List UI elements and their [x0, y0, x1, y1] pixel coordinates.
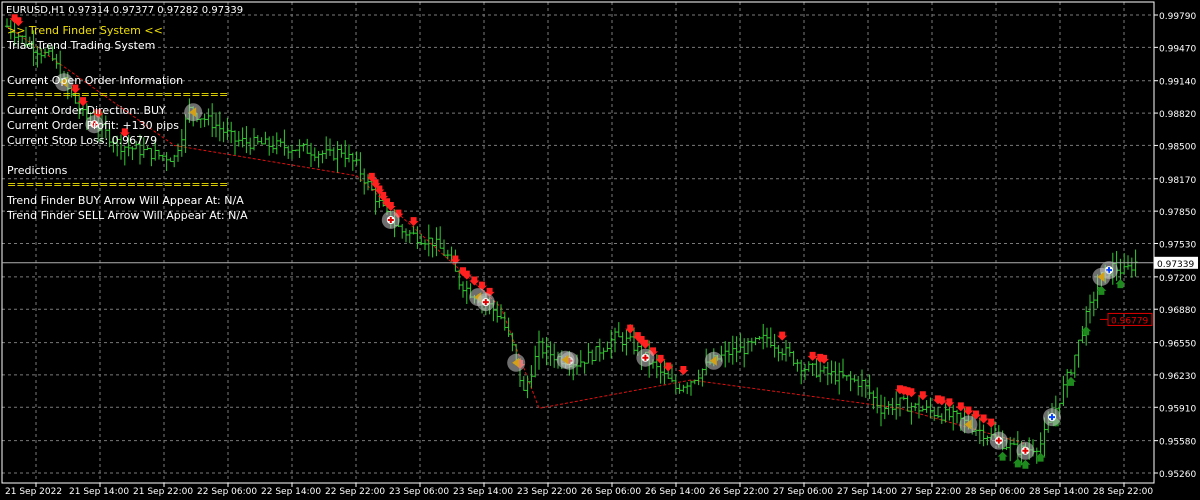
y-tick-label: 0.95580 [1159, 438, 1196, 448]
x-axis-ticks: 21 Sep 2022 21 Sep 14:00 21 Sep 22:00 22 Se… [5, 483, 1153, 497]
y-tick-label: 0.99140 [1159, 78, 1196, 88]
y-tick-label: 0.97530 [1159, 240, 1196, 250]
y-tick-label: 0.96230 [1159, 372, 1196, 382]
y-axis-ticks: 0.99790 0.99470 0.99140 0.98820 0.98500 0.981… [1154, 12, 1196, 480]
system-subtitle: Triad Trend Trading System [7, 39, 156, 52]
y-tick-label: 0.99470 [1159, 44, 1196, 54]
x-tick-label: 23 Sep 22:00 [517, 487, 577, 497]
buy-prediction: Trend Finder BUY Arrow Will Appear At: N… [7, 194, 244, 207]
predictions-heading: Predictions [7, 164, 68, 177]
y-tick-label: 0.98820 [1159, 110, 1196, 120]
x-tick-label: 22 Sep 06:00 [197, 487, 257, 497]
x-tick-label: 26 Sep 06:00 [581, 487, 641, 497]
current-price-label: 0.97339 [1157, 260, 1194, 270]
y-tick-label: 0.95260 [1159, 470, 1196, 480]
x-tick-label: 28 Sep 14:00 [1029, 487, 1089, 497]
x-tick-label: 22 Sep 22:00 [325, 487, 385, 497]
x-tick-label: 28 Sep 22:00 [1093, 487, 1153, 497]
x-tick-label: 22 Sep 14:00 [261, 487, 321, 497]
x-tick-label: 27 Sep 14:00 [837, 487, 897, 497]
sell-prediction: Trend Finder SELL Arrow Will Appear At: … [7, 209, 248, 222]
x-tick-label: 26 Sep 22:00 [709, 487, 769, 497]
y-tick-label: 0.96550 [1159, 340, 1196, 350]
symbol-ohlc-line: EURUSD,H1 0.97314 0.97377 0.97282 0.9733… [6, 5, 244, 16]
x-tick-label: 23 Sep 06:00 [389, 487, 449, 497]
signal-circles [55, 73, 1118, 460]
x-tick-label: 21 Sep 2022 [5, 487, 62, 497]
separator-1: ======================== [7, 88, 229, 101]
x-tick-label: 26 Sep 14:00 [645, 487, 705, 497]
y-tick-label: 0.98170 [1159, 176, 1196, 186]
sell-arrow-icon [678, 366, 689, 376]
stop-loss-label: 0.96779 [1111, 316, 1148, 326]
y-tick-label: 0.99790 [1159, 12, 1196, 22]
y-tick-label: 0.97850 [1159, 208, 1196, 218]
y-tick-label: 0.97200 [1159, 274, 1196, 284]
x-tick-label: 23 Sep 14:00 [453, 487, 513, 497]
sell-arrow-icon [777, 331, 788, 341]
y-tick-label: 0.95910 [1159, 404, 1196, 414]
x-tick-label: 21 Sep 22:00 [133, 487, 193, 497]
order-direction: Current Order Direction: BUY [7, 104, 166, 117]
separator-2: ======================== [7, 178, 229, 191]
x-tick-label: 27 Sep 06:00 [773, 487, 833, 497]
x-tick-label: 21 Sep 14:00 [69, 487, 129, 497]
y-tick-label: 0.96880 [1159, 306, 1196, 316]
y-tick-label: 0.98500 [1159, 142, 1196, 152]
order-profit: Current Order Profit: +130 pips [7, 119, 179, 132]
x-tick-label: 28 Sep 06:00 [965, 487, 1025, 497]
buy-arrow-icon [997, 451, 1008, 461]
x-tick-label: 27 Sep 22:00 [901, 487, 961, 497]
order-heading: Current Open Order Information [7, 74, 184, 87]
system-name: >> Trend Finder System << [7, 24, 163, 37]
order-stop-loss: Current Stop Loss: 0.96779 [7, 134, 158, 147]
